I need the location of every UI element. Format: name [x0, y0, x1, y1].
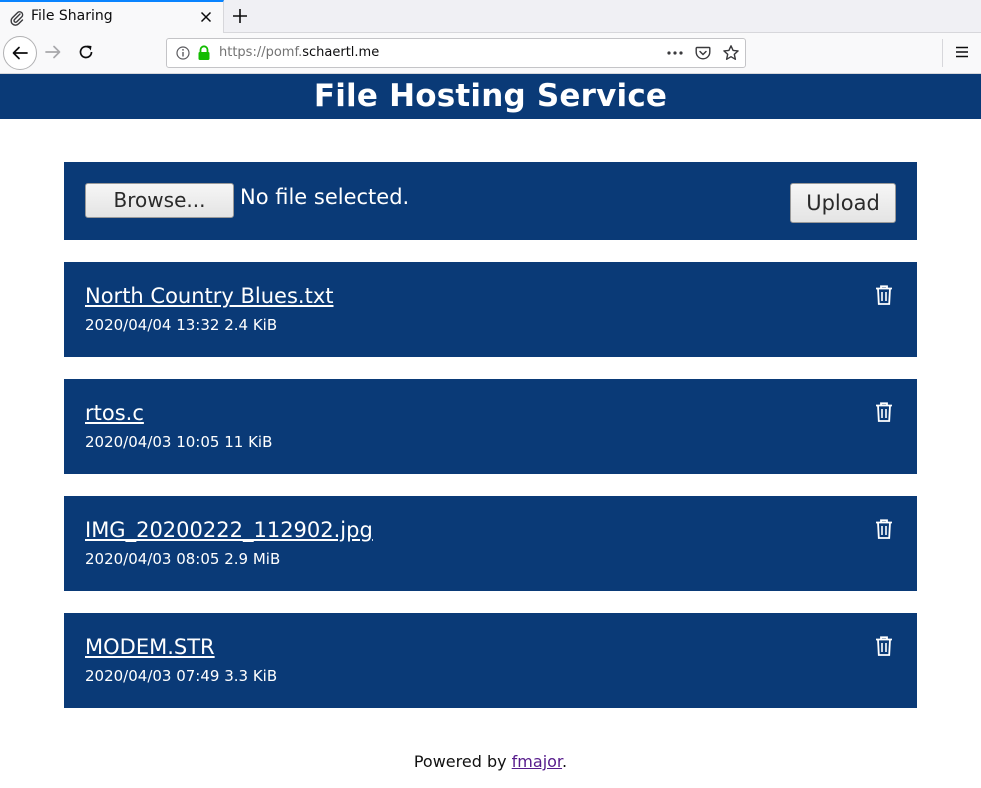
- tab-file-sharing[interactable]: File Sharing: [0, 0, 224, 33]
- trash-icon[interactable]: [874, 635, 894, 657]
- file-metadata: 2020/04/03 10:05 11 KiB: [85, 433, 273, 451]
- navigation-bar: https://pomf.schaertl.me: [0, 33, 981, 74]
- tab-title: File Sharing: [31, 8, 113, 24]
- file-card: rtos.c 2020/04/03 10:05 11 KiB: [64, 379, 917, 474]
- back-button[interactable]: [3, 36, 37, 70]
- file-card: IMG_20200222_112902.jpg 2020/04/03 08:05…: [64, 496, 917, 591]
- pocket-icon[interactable]: [695, 45, 711, 61]
- browse-button[interactable]: Browse...: [85, 183, 234, 218]
- upload-panel: Browse... No file selected. Upload: [64, 162, 917, 240]
- url-domain: schaertl.me: [302, 45, 380, 60]
- forward-arrow-icon[interactable]: [44, 43, 62, 61]
- toolbar-separator: [942, 39, 943, 67]
- trash-icon[interactable]: [874, 284, 894, 306]
- url-text[interactable]: https://pomf.schaertl.me: [219, 45, 379, 60]
- close-tab-icon[interactable]: [198, 9, 214, 25]
- new-tab-icon[interactable]: [231, 7, 249, 25]
- back-arrow-icon: [12, 46, 28, 60]
- url-prefix: https://pomf.: [219, 45, 303, 60]
- site-header: File Hosting Service: [0, 74, 981, 119]
- reload-icon[interactable]: [77, 43, 95, 61]
- footer-suffix: .: [562, 752, 568, 771]
- file-metadata: 2020/04/04 13:32 2.4 KiB: [85, 316, 278, 334]
- file-selection-status: No file selected.: [240, 185, 410, 209]
- file-link[interactable]: North Country Blues.txt: [85, 284, 334, 308]
- paperclip-icon: [10, 11, 24, 26]
- file-card: North Country Blues.txt 2020/04/04 13:32…: [64, 262, 917, 357]
- tab-bar: File Sharing: [0, 0, 981, 33]
- file-metadata: 2020/04/03 08:05 2.9 MiB: [85, 550, 281, 568]
- file-link[interactable]: IMG_20200222_112902.jpg: [85, 518, 373, 542]
- info-icon[interactable]: [176, 46, 190, 60]
- hamburger-menu-icon[interactable]: [954, 44, 970, 60]
- more-actions-icon[interactable]: [666, 46, 684, 60]
- file-metadata: 2020/04/03 07:49 3.3 KiB: [85, 667, 278, 685]
- footer-prefix: Powered by: [413, 752, 512, 771]
- fmajor-link[interactable]: fmajor: [512, 752, 562, 771]
- file-link[interactable]: rtos.c: [85, 401, 144, 425]
- trash-icon[interactable]: [874, 401, 894, 423]
- upload-button[interactable]: Upload: [790, 183, 896, 223]
- trash-icon[interactable]: [874, 518, 894, 540]
- page-title: File Hosting Service: [313, 78, 668, 114]
- file-card: MODEM.STR 2020/04/03 07:49 3.3 KiB: [64, 613, 917, 708]
- url-bar[interactable]: https://pomf.schaertl.me: [166, 38, 746, 68]
- footer: Powered by fmajor.: [0, 752, 981, 771]
- file-link[interactable]: MODEM.STR: [85, 635, 215, 659]
- lock-icon[interactable]: [197, 45, 211, 61]
- bookmark-star-icon[interactable]: [722, 44, 740, 62]
